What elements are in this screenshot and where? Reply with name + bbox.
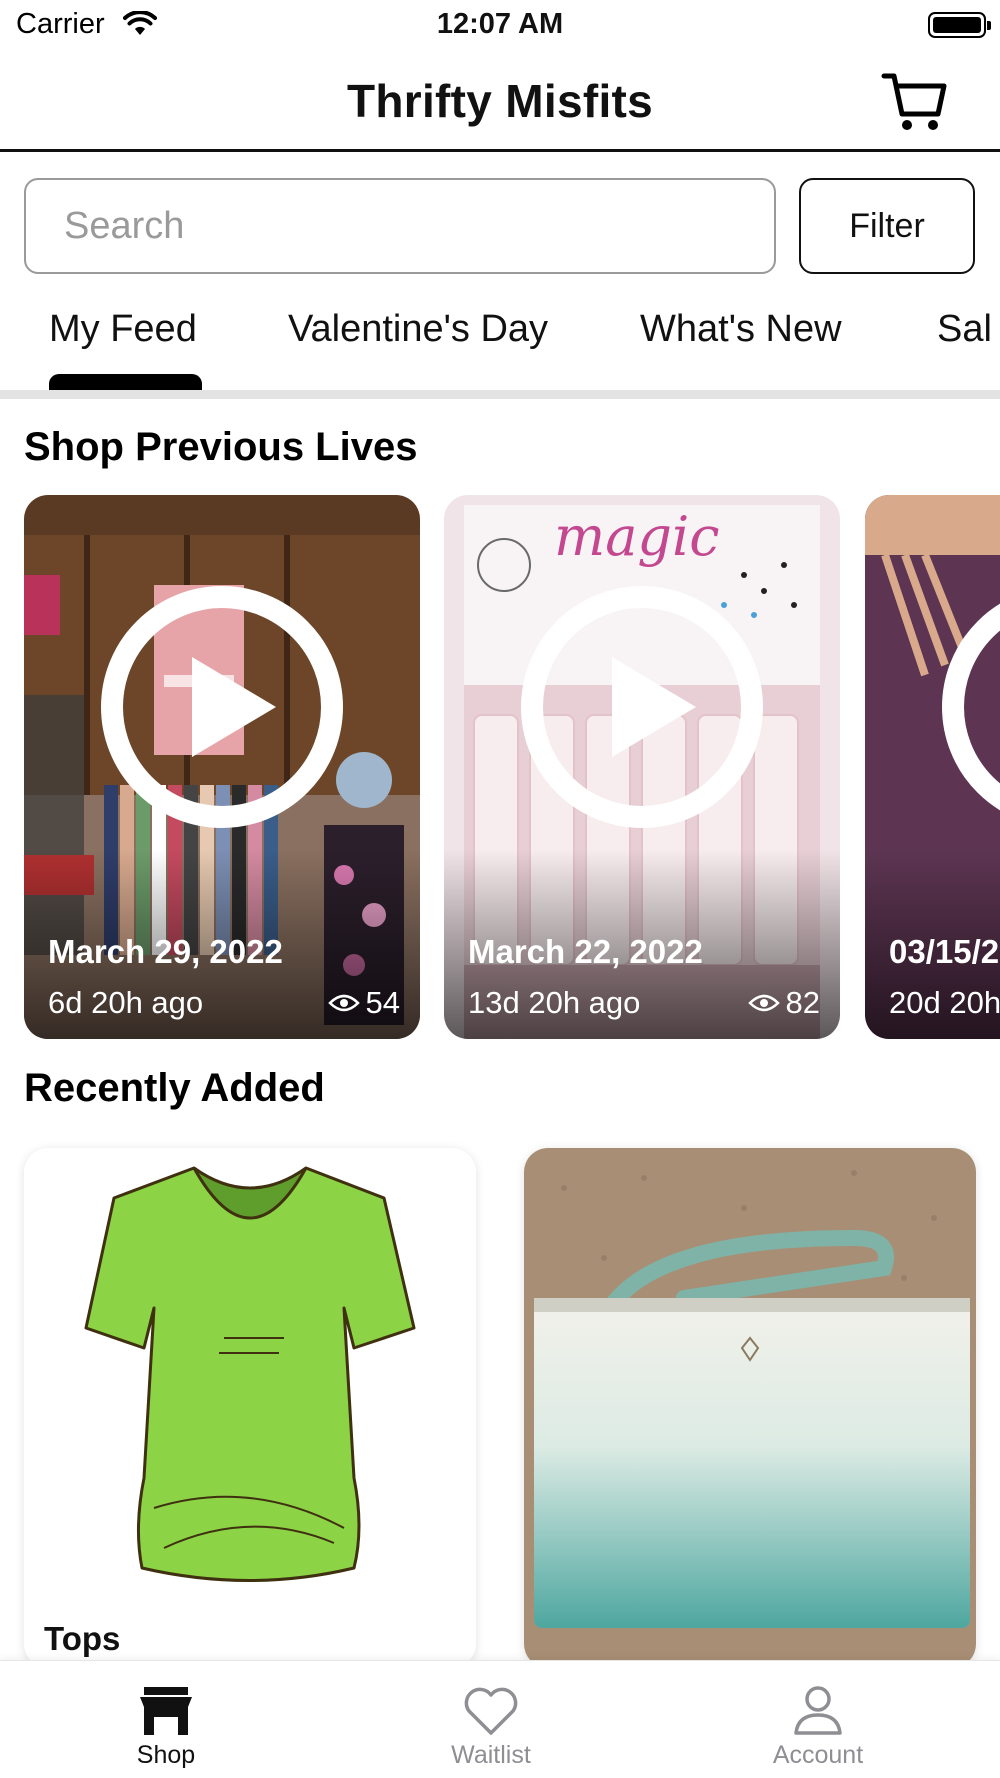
live-card[interactable]: 03/15/2 20d 20h: [865, 495, 1000, 1039]
product-card[interactable]: Tops: [24, 1148, 476, 1668]
tab-my-feed[interactable]: My Feed: [49, 308, 197, 351]
cart-icon[interactable]: [880, 70, 948, 134]
person-icon: [794, 1686, 842, 1735]
play-icon[interactable]: [941, 585, 1000, 829]
tabbar-label: Waitlist: [451, 1741, 531, 1769]
live-time-ago: 6d 20h ago: [48, 985, 204, 1020]
play-icon[interactable]: [520, 585, 764, 829]
bottom-tab-bar: Shop Waitlist Account: [0, 1660, 1000, 1778]
live-date: March 29, 2022: [48, 933, 283, 970]
product-image-wristlet: [524, 1148, 976, 1668]
live-card[interactable]: magic March 22, 2022 13d 20h ago 82: [444, 495, 840, 1039]
tabs-divider: [0, 390, 1000, 399]
tab-valentines-day[interactable]: Valentine's Day: [288, 308, 548, 351]
live-view-count: 54: [327, 985, 400, 1021]
tab-sale[interactable]: Sal: [937, 308, 992, 351]
eye-icon: [747, 994, 780, 1012]
live-time-ago: 13d 20h ago: [468, 985, 641, 1020]
tabbar-label: Account: [772, 1741, 864, 1769]
tabbar-item-account[interactable]: Account: [718, 1661, 918, 1778]
search-input[interactable]: [24, 178, 776, 274]
previous-lives-carousel[interactable]: March 29, 2022 6d 20h ago 54 magic March…: [0, 495, 1000, 1040]
battery-icon: [928, 12, 991, 38]
tabbar-item-shop[interactable]: Shop: [66, 1661, 266, 1778]
live-card[interactable]: March 29, 2022 6d 20h ago 54: [24, 495, 420, 1039]
category-tabs: My Feed Valentine's Day What's New Sal: [0, 298, 1000, 392]
live-date: March 22, 2022: [468, 933, 703, 970]
product-card[interactable]: [524, 1148, 976, 1668]
heart-icon: [464, 1687, 518, 1735]
svg-text:magic: magic: [554, 505, 719, 568]
eye-icon: [327, 994, 360, 1012]
product-label: Tops: [44, 1620, 121, 1657]
product-image-tshirt: [84, 1166, 416, 1582]
play-icon[interactable]: [100, 585, 344, 829]
tabbar-item-waitlist[interactable]: Waitlist: [391, 1661, 591, 1778]
filter-button[interactable]: Filter: [799, 178, 975, 274]
live-date: 03/15/2: [889, 933, 1000, 970]
page-title: Thrifty Misfits: [346, 75, 654, 127]
status-time: 12:07 AM: [436, 8, 564, 40]
section-title-previous-lives: Shop Previous Lives: [24, 425, 418, 469]
live-view-count: 82: [747, 985, 820, 1021]
nav-header: Thrifty Misfits: [0, 50, 1000, 152]
section-title-recently-added: Recently Added: [24, 1066, 325, 1110]
store-icon: [140, 1687, 192, 1735]
status-bar: Carrier 12:07 AM: [0, 0, 1000, 50]
tab-whats-new[interactable]: What's New: [640, 308, 842, 351]
live-time-ago: 20d 20h: [889, 985, 1000, 1020]
tabbar-label: Shop: [136, 1741, 196, 1769]
